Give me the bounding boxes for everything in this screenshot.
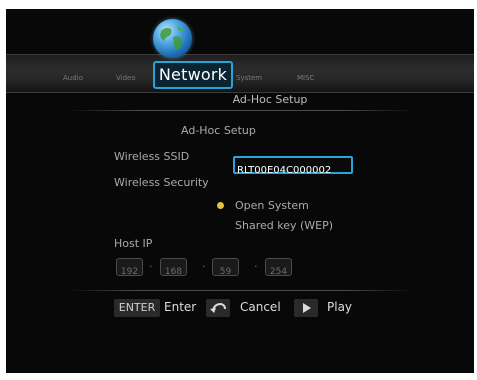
host-ip-octet-2-input[interactable] [161, 264, 186, 275]
selected-radio-icon [217, 202, 224, 209]
enter-key-label: ENTER [118, 301, 156, 314]
security-option-open[interactable]: Open System [235, 199, 309, 212]
host-ip-label: Host IP [114, 237, 153, 250]
cancel-hint-label: Cancel [240, 300, 281, 314]
footer-divider [66, 290, 416, 291]
globe-icon [153, 19, 192, 58]
return-arrow-icon [210, 302, 226, 313]
page-title: Ad-Hoc Setup [232, 93, 308, 106]
host-ip-octet-4-input[interactable] [266, 264, 291, 275]
host-ip-octet-4 [265, 258, 292, 276]
tab-network-label: Network [158, 65, 228, 84]
ip-dot-separator: · [202, 260, 206, 273]
host-ip-octet-2 [160, 258, 187, 276]
tab-video[interactable]: Video [116, 74, 136, 82]
tab-audio[interactable]: Audio [63, 74, 83, 82]
header-divider [66, 110, 416, 111]
tab-system[interactable]: System [236, 74, 262, 82]
security-label: Wireless Security [114, 176, 209, 189]
play-hint-label: Play [327, 300, 353, 314]
play-key-button[interactable] [294, 299, 318, 317]
host-ip-octet-1 [116, 258, 143, 276]
host-ip-octet-3-input[interactable] [213, 264, 238, 275]
ssid-input[interactable] [235, 163, 351, 178]
tab-misc[interactable]: MISC [297, 74, 314, 82]
enter-hint-label: Enter [164, 300, 197, 314]
play-icon [303, 303, 311, 313]
ssid-label: Wireless SSID [114, 150, 190, 163]
ip-dot-separator: · [254, 260, 258, 273]
enter-key-button[interactable]: ENTER [114, 299, 160, 317]
host-ip-octet-3 [212, 258, 239, 276]
screen: Audio Video Network System MISC Ad-Hoc S… [6, 9, 474, 373]
ip-dot-separator: · [149, 260, 153, 273]
cancel-key-button[interactable] [206, 299, 230, 317]
ssid-field-frame [233, 156, 353, 178]
security-option-wep[interactable]: Shared key (WEP) [235, 219, 333, 232]
tab-network[interactable]: Network [153, 61, 233, 89]
section-title: Ad-Hoc Setup [181, 124, 256, 137]
host-ip-octet-1-input[interactable] [117, 264, 142, 275]
